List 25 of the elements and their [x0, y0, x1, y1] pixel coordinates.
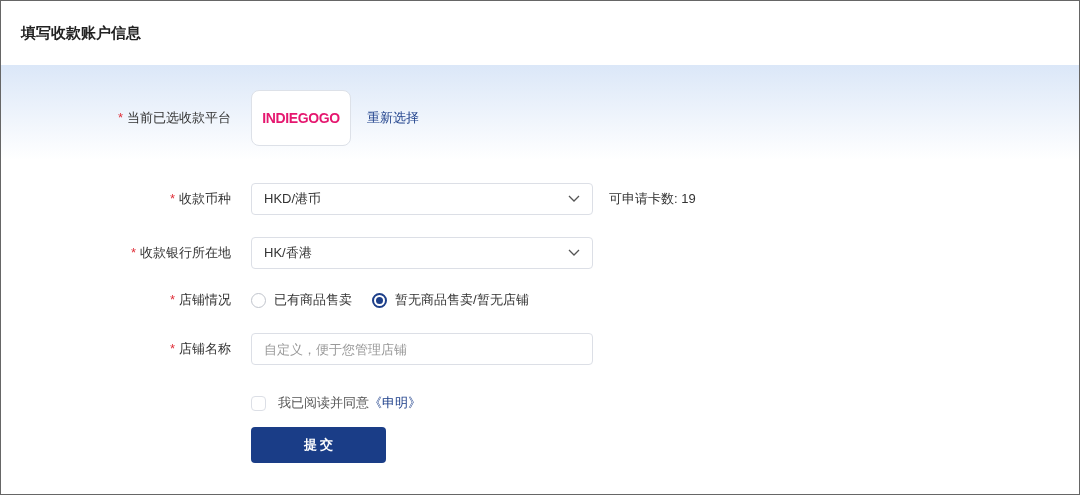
page-title: 填写收款账户信息 — [21, 22, 141, 43]
field-label: 店铺名称 — [179, 340, 231, 359]
field-label: 当前已选收款平台 — [127, 109, 231, 128]
required-mark: * — [130, 244, 136, 263]
agreement-checkbox[interactable] — [251, 395, 266, 411]
card-count-text: 可申请卡数: 19 — [609, 190, 696, 209]
radio-option[interactable]: 已有商品售卖 — [251, 290, 352, 310]
submit-button[interactable]: 提 交 — [251, 427, 386, 463]
chevron-down-icon — [568, 249, 580, 257]
shop-name-field[interactable]: 自定义，便于您管理店铺 — [251, 333, 593, 365]
required-mark: * — [169, 190, 175, 209]
select-field[interactable]: HKD/港币 — [251, 183, 593, 215]
required-mark: * — [169, 340, 175, 359]
select-field[interactable]: HK/香港 — [251, 237, 593, 269]
field-label: 收款银行所在地 — [140, 244, 231, 263]
reselect-link[interactable]: 重新选择 — [367, 108, 419, 128]
field-label: 收款币种 — [179, 190, 231, 209]
field-label: 店铺情况 — [179, 291, 231, 310]
statement-link[interactable]: 《申明》 — [369, 393, 421, 413]
required-mark: * — [169, 291, 175, 310]
agreement-text: 我已阅读并同意 — [278, 394, 369, 413]
platform-logo: INDIEGOGO — [251, 90, 351, 146]
chevron-down-icon — [568, 195, 580, 203]
radio-option[interactable]: 暂无商品售卖/暂无店铺 — [372, 290, 529, 310]
required-mark: * — [117, 109, 123, 128]
